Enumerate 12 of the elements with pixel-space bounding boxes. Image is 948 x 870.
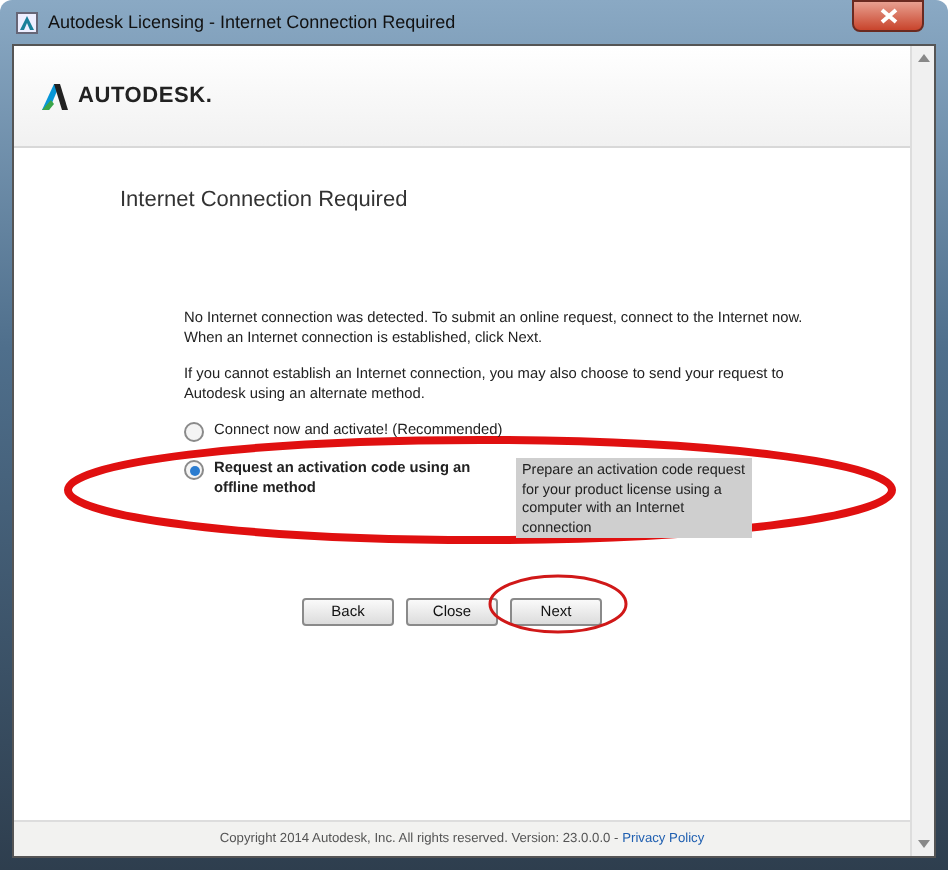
scrollbar[interactable] [910,46,934,856]
page-title: Internet Connection Required [120,188,410,212]
scroll-down-icon[interactable] [917,840,929,848]
app-icon [16,11,38,33]
close-button[interactable] [852,0,924,32]
scroll-up-icon[interactable] [917,54,929,62]
radio-button[interactable] [184,460,204,480]
logo-text: AUTODESK. [78,84,213,108]
radio-button[interactable] [184,422,204,442]
window-title: Autodesk Licensing - Internet Connection Required [48,12,458,32]
close-icon [879,8,897,24]
logo-icon [42,83,68,109]
